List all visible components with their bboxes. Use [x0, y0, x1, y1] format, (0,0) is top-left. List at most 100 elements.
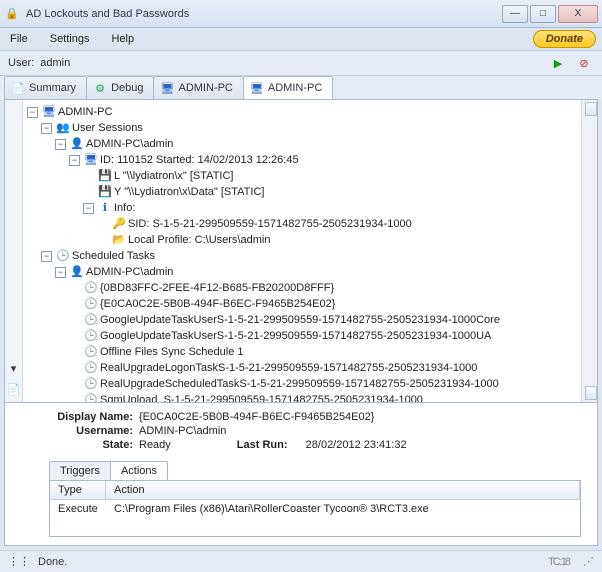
node-label: GoogleUpdateTaskUserS-1-5-21-299509559-1…	[100, 312, 500, 328]
tree-node-task[interactable]: 🕒RealUpgradeScheduledTaskS-1-5-21-299509…	[69, 376, 579, 392]
left-gutter: ▾ 📄	[5, 100, 23, 402]
folder-icon: 📂	[112, 233, 126, 247]
maximize-button[interactable]: □	[530, 5, 556, 23]
tree-node-root[interactable]: −🖥ADMIN-PC	[27, 104, 579, 120]
node-label: {E0CA0C2E-5B0B-494F-B6EC-F9465B254E02}	[100, 296, 335, 312]
clock-icon: 🕒	[84, 297, 98, 311]
tree-node-user[interactable]: −👤ADMIN-PC\admin	[55, 136, 579, 152]
expander-icon[interactable]: −	[41, 123, 52, 134]
state-value: Ready	[139, 439, 171, 451]
node-label: {0BD83FFC-2FEE-4F12-B685-FB20200D8FFF}	[100, 280, 334, 296]
node-label: RealUpgradeScheduledTaskS-1-5-21-2995095…	[100, 376, 499, 392]
minimize-button[interactable]: —	[502, 5, 528, 23]
tree-node-sid[interactable]: 🔑SID: S-1-5-21-299509559-1571482755-2505…	[97, 216, 579, 232]
tree-node-session[interactable]: −🖥ID: 110152 Started: 14/02/2013 12:26:4…	[69, 152, 579, 168]
clock-icon: 🕒	[84, 377, 98, 391]
node-label: ADMIN-PC\admin	[86, 136, 173, 152]
tree-node-task[interactable]: 🕒GoogleUpdateTaskUserS-1-5-21-299509559-…	[69, 328, 579, 344]
titlebar: 🔒 AD Lockouts and Bad Passwords — □ X	[0, 0, 602, 28]
details-pane: Display Name:{E0CA0C2E-5B0B-494F-B6EC-F9…	[4, 403, 598, 546]
tree-node-task[interactable]: 🕒Offline Files Sync Schedule 1	[69, 344, 579, 360]
tree-node-task[interactable]: 🕒SqmUpload_S-1-5-21-299509559-1571482755…	[69, 392, 579, 402]
expander-icon[interactable]: −	[55, 139, 66, 150]
menu-file[interactable]: File	[6, 31, 32, 47]
window-buttons: — □ X	[502, 5, 598, 23]
username-value: ADMIN-PC\admin	[139, 425, 226, 437]
col-type[interactable]: Type	[50, 481, 106, 499]
computer-icon: 🖥	[42, 105, 56, 119]
detail-subtabs: Triggers Actions	[49, 461, 581, 480]
vertical-scrollbar[interactable]	[581, 100, 597, 402]
tree-node-scheduled-tasks[interactable]: −🕒Scheduled Tasks	[41, 248, 579, 264]
tabstrip: 📄Summary ⚙Debug 🖥ADMIN-PC 🖥ADMIN-PC	[0, 76, 602, 99]
user-icon: 👤	[70, 137, 84, 151]
tab-summary[interactable]: 📄Summary	[4, 76, 87, 99]
arrow-down-icon[interactable]: ▾	[11, 362, 17, 375]
clock-icon: 🕒	[56, 249, 70, 263]
node-label: ADMIN-PC\admin	[86, 264, 173, 280]
node-label: ID: 110152 Started: 14/02/2013 12:26:45	[100, 152, 299, 168]
expander-icon[interactable]: −	[41, 251, 52, 262]
key-icon: 🔑	[112, 217, 126, 231]
col-action[interactable]: Action	[106, 481, 580, 499]
tree-node-drive-y[interactable]: 💾Y "\\Lydiatron\x\Data" [STATIC]	[83, 184, 579, 200]
tab-admin-pc-2[interactable]: 🖥ADMIN-PC	[243, 76, 333, 99]
tab-label: ADMIN-PC	[178, 82, 232, 94]
cell-action: C:\Program Files (x86)\Atari\RollerCoast…	[106, 503, 580, 515]
node-label: RealUpgradeLogonTaskS-1-5-21-299509559-1…	[100, 360, 477, 376]
grid-row[interactable]: ExecuteC:\Program Files (x86)\Atari\Roll…	[50, 500, 580, 518]
expander-icon[interactable]: −	[69, 155, 80, 166]
node-label: Info:	[114, 200, 135, 216]
node-label: GoogleUpdateTaskUserS-1-5-21-299509559-1…	[100, 328, 491, 344]
clock-icon: 🕒	[84, 313, 98, 327]
play-button[interactable]: ▶	[548, 53, 568, 73]
node-label: User Sessions	[72, 120, 143, 136]
subtab-actions[interactable]: Actions	[110, 461, 168, 480]
report-icon: 📄	[11, 81, 25, 95]
expander-icon[interactable]: −	[83, 203, 94, 214]
tree-node-task[interactable]: 🕒{E0CA0C2E-5B0B-494F-B6EC-F9465B254E02}	[69, 296, 579, 312]
tree-node-user[interactable]: −👤ADMIN-PC\admin	[55, 264, 579, 280]
tree-view[interactable]: −🖥ADMIN-PC −👥User Sessions −👤ADMIN-PC\ad…	[23, 100, 581, 402]
node-label: ADMIN-PC	[58, 104, 112, 120]
node-label: Offline Files Sync Schedule 1	[100, 344, 243, 360]
node-label: Local Profile: C:\Users\admin	[128, 232, 270, 248]
tree-node-task[interactable]: 🕒RealUpgradeLogonTaskS-1-5-21-299509559-…	[69, 360, 579, 376]
users-icon: 👥	[56, 121, 70, 135]
status-grip-left: ⋮⋮	[8, 555, 30, 568]
stop-button[interactable]: ⊘	[574, 53, 594, 73]
menubar: File Settings Help Donate	[0, 28, 602, 50]
resize-grip[interactable]: ⋰	[583, 555, 594, 568]
donate-button[interactable]: Donate	[533, 30, 596, 48]
info-icon: ℹ	[98, 201, 112, 215]
tab-label: ADMIN-PC	[268, 82, 322, 94]
tab-admin-pc-1[interactable]: 🖥ADMIN-PC	[153, 76, 243, 99]
subtab-triggers[interactable]: Triggers	[49, 461, 111, 480]
tree-node-profile[interactable]: 📂Local Profile: C:\Users\admin	[97, 232, 579, 248]
tree-node-task[interactable]: 🕒{0BD83FFC-2FEE-4F12-B685-FB20200D8FFF}	[69, 280, 579, 296]
copy-icon[interactable]: 📄	[7, 383, 21, 396]
app-icon: 🔒	[4, 6, 20, 22]
menu-settings[interactable]: Settings	[46, 31, 94, 47]
status-text: Done.	[38, 556, 67, 568]
tree-node-user-sessions[interactable]: −👥User Sessions	[41, 120, 579, 136]
disk-icon: 💾	[98, 185, 112, 199]
tab-debug[interactable]: ⚙Debug	[86, 76, 154, 99]
node-label: SID: S-1-5-21-299509559-1571482755-25052…	[128, 216, 412, 232]
window-title: AD Lockouts and Bad Passwords	[26, 8, 502, 20]
tree-node-info[interactable]: −ℹInfo:	[83, 200, 579, 216]
monitor-icon: 🖥	[84, 153, 98, 167]
close-button[interactable]: X	[558, 5, 598, 23]
cell-type: Execute	[50, 503, 106, 515]
clock-icon: 🕒	[84, 329, 98, 343]
tree-node-task[interactable]: 🕒GoogleUpdateTaskUserS-1-5-21-299509559-…	[69, 312, 579, 328]
display-name-value: {E0CA0C2E-5B0B-494F-B6EC-F9465B254E02}	[139, 411, 374, 423]
menu-help[interactable]: Help	[107, 31, 138, 47]
user-label: User:	[8, 57, 34, 69]
last-run-value: 28/02/2012 23:41:32	[306, 439, 407, 451]
expander-icon[interactable]: −	[55, 267, 66, 278]
tab-label: Debug	[111, 82, 143, 94]
expander-icon[interactable]: −	[27, 107, 38, 118]
tree-node-drive-l[interactable]: 💾L "\\lydiatron\x" [STATIC]	[83, 168, 579, 184]
statusbar: ⋮⋮ Done. TC: 18 ⋰	[0, 550, 602, 572]
